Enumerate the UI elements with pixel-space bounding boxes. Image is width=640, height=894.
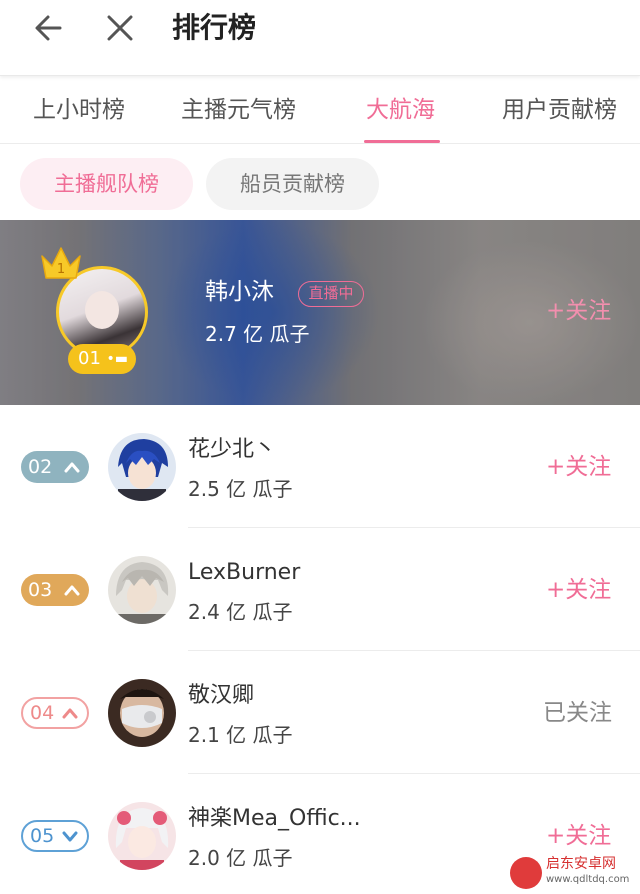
chevron-up-icon bbox=[64, 462, 80, 473]
melon-seed-score: 2.4 亿 瓜子 bbox=[188, 600, 293, 624]
tab-anchor-energy[interactable]: 主播元气榜 bbox=[181, 94, 296, 126]
anchor-name[interactable]: 神楽Mea_Offic... bbox=[188, 804, 361, 834]
follow-button[interactable]: +关注 bbox=[546, 574, 611, 606]
follow-button[interactable]: +关注 bbox=[546, 451, 611, 483]
tab-user-contribution[interactable]: 用户贡献榜 bbox=[502, 94, 617, 126]
rank-number: 05 bbox=[30, 825, 55, 847]
avatar[interactable] bbox=[108, 679, 176, 747]
followed-button[interactable]: 已关注 bbox=[543, 697, 612, 729]
follow-button[interactable]: +关注 bbox=[546, 295, 611, 327]
list-item[interactable]: 03 LexBurner 2.4 亿 瓜子 +关注 bbox=[0, 528, 640, 651]
top-bar: 排行榜 bbox=[0, 0, 640, 76]
list-item[interactable]: 04 敬汉卿 2.1 亿 瓜子 已关注 bbox=[0, 651, 640, 774]
rank-badge: 01 •▬ bbox=[68, 344, 136, 374]
rank-badge: 04 bbox=[21, 697, 89, 729]
crown-icon: 1 bbox=[38, 242, 84, 284]
avatar[interactable] bbox=[108, 802, 176, 870]
watermark-logo-icon bbox=[510, 857, 542, 889]
melon-seed-score: 2.1 亿 瓜子 bbox=[188, 723, 293, 747]
tab-hourly[interactable]: 上小时榜 bbox=[33, 94, 125, 126]
chevron-up-icon bbox=[62, 708, 78, 719]
back-icon[interactable] bbox=[30, 8, 70, 48]
rank-number: 01 bbox=[78, 348, 101, 369]
anchor-name[interactable]: 敬汉卿 bbox=[188, 681, 254, 711]
anchor-name[interactable]: 花少北丶 bbox=[188, 435, 276, 465]
anchor-name[interactable]: LexBurner bbox=[188, 558, 300, 588]
tab-voyage[interactable]: 大航海 bbox=[366, 94, 435, 126]
rank-number: 03 bbox=[28, 579, 53, 601]
tab-bar: 上小时榜 主播元气榜 大航海 用户贡献榜 bbox=[0, 78, 640, 144]
rank-badge: 02 bbox=[21, 451, 89, 483]
close-icon[interactable] bbox=[100, 8, 140, 48]
active-tab-indicator bbox=[364, 140, 440, 143]
subtab-crew-contribution[interactable]: 船员贡献榜 bbox=[206, 158, 379, 210]
list-item[interactable]: 02 花少北丶 2.5 亿 瓜子 +关注 bbox=[0, 405, 640, 528]
melon-seed-score: 2.0 亿 瓜子 bbox=[188, 846, 293, 870]
watermark: 启东安卓网 www.qdltdq.com bbox=[510, 855, 636, 891]
rank-badge: 03 bbox=[21, 574, 89, 606]
melon-seed-score: 2.7 亿 瓜子 bbox=[205, 322, 310, 346]
level-dots-icon: •▬ bbox=[106, 351, 129, 367]
rank-number: 02 bbox=[28, 456, 53, 478]
page-title: 排行榜 bbox=[172, 11, 257, 44]
chevron-up-icon bbox=[64, 585, 80, 596]
avatar[interactable] bbox=[108, 556, 176, 624]
crown-number: 1 bbox=[57, 262, 65, 277]
subtab-anchor-fleet[interactable]: 主播舰队榜 bbox=[20, 158, 193, 210]
watermark-text: 启东安卓网 bbox=[546, 856, 616, 872]
avatar[interactable] bbox=[108, 433, 176, 501]
chevron-down-icon bbox=[62, 831, 78, 842]
live-badge: 直播中 bbox=[298, 281, 364, 307]
watermark-url: www.qdltdq.com bbox=[546, 874, 630, 885]
rank-badge: 05 bbox=[21, 820, 89, 852]
follow-button[interactable]: +关注 bbox=[546, 820, 611, 852]
rank-number: 04 bbox=[30, 702, 55, 724]
melon-seed-score: 2.5 亿 瓜子 bbox=[188, 477, 293, 501]
avatar-face bbox=[85, 291, 119, 329]
anchor-name[interactable]: 韩小沐 bbox=[205, 276, 274, 308]
